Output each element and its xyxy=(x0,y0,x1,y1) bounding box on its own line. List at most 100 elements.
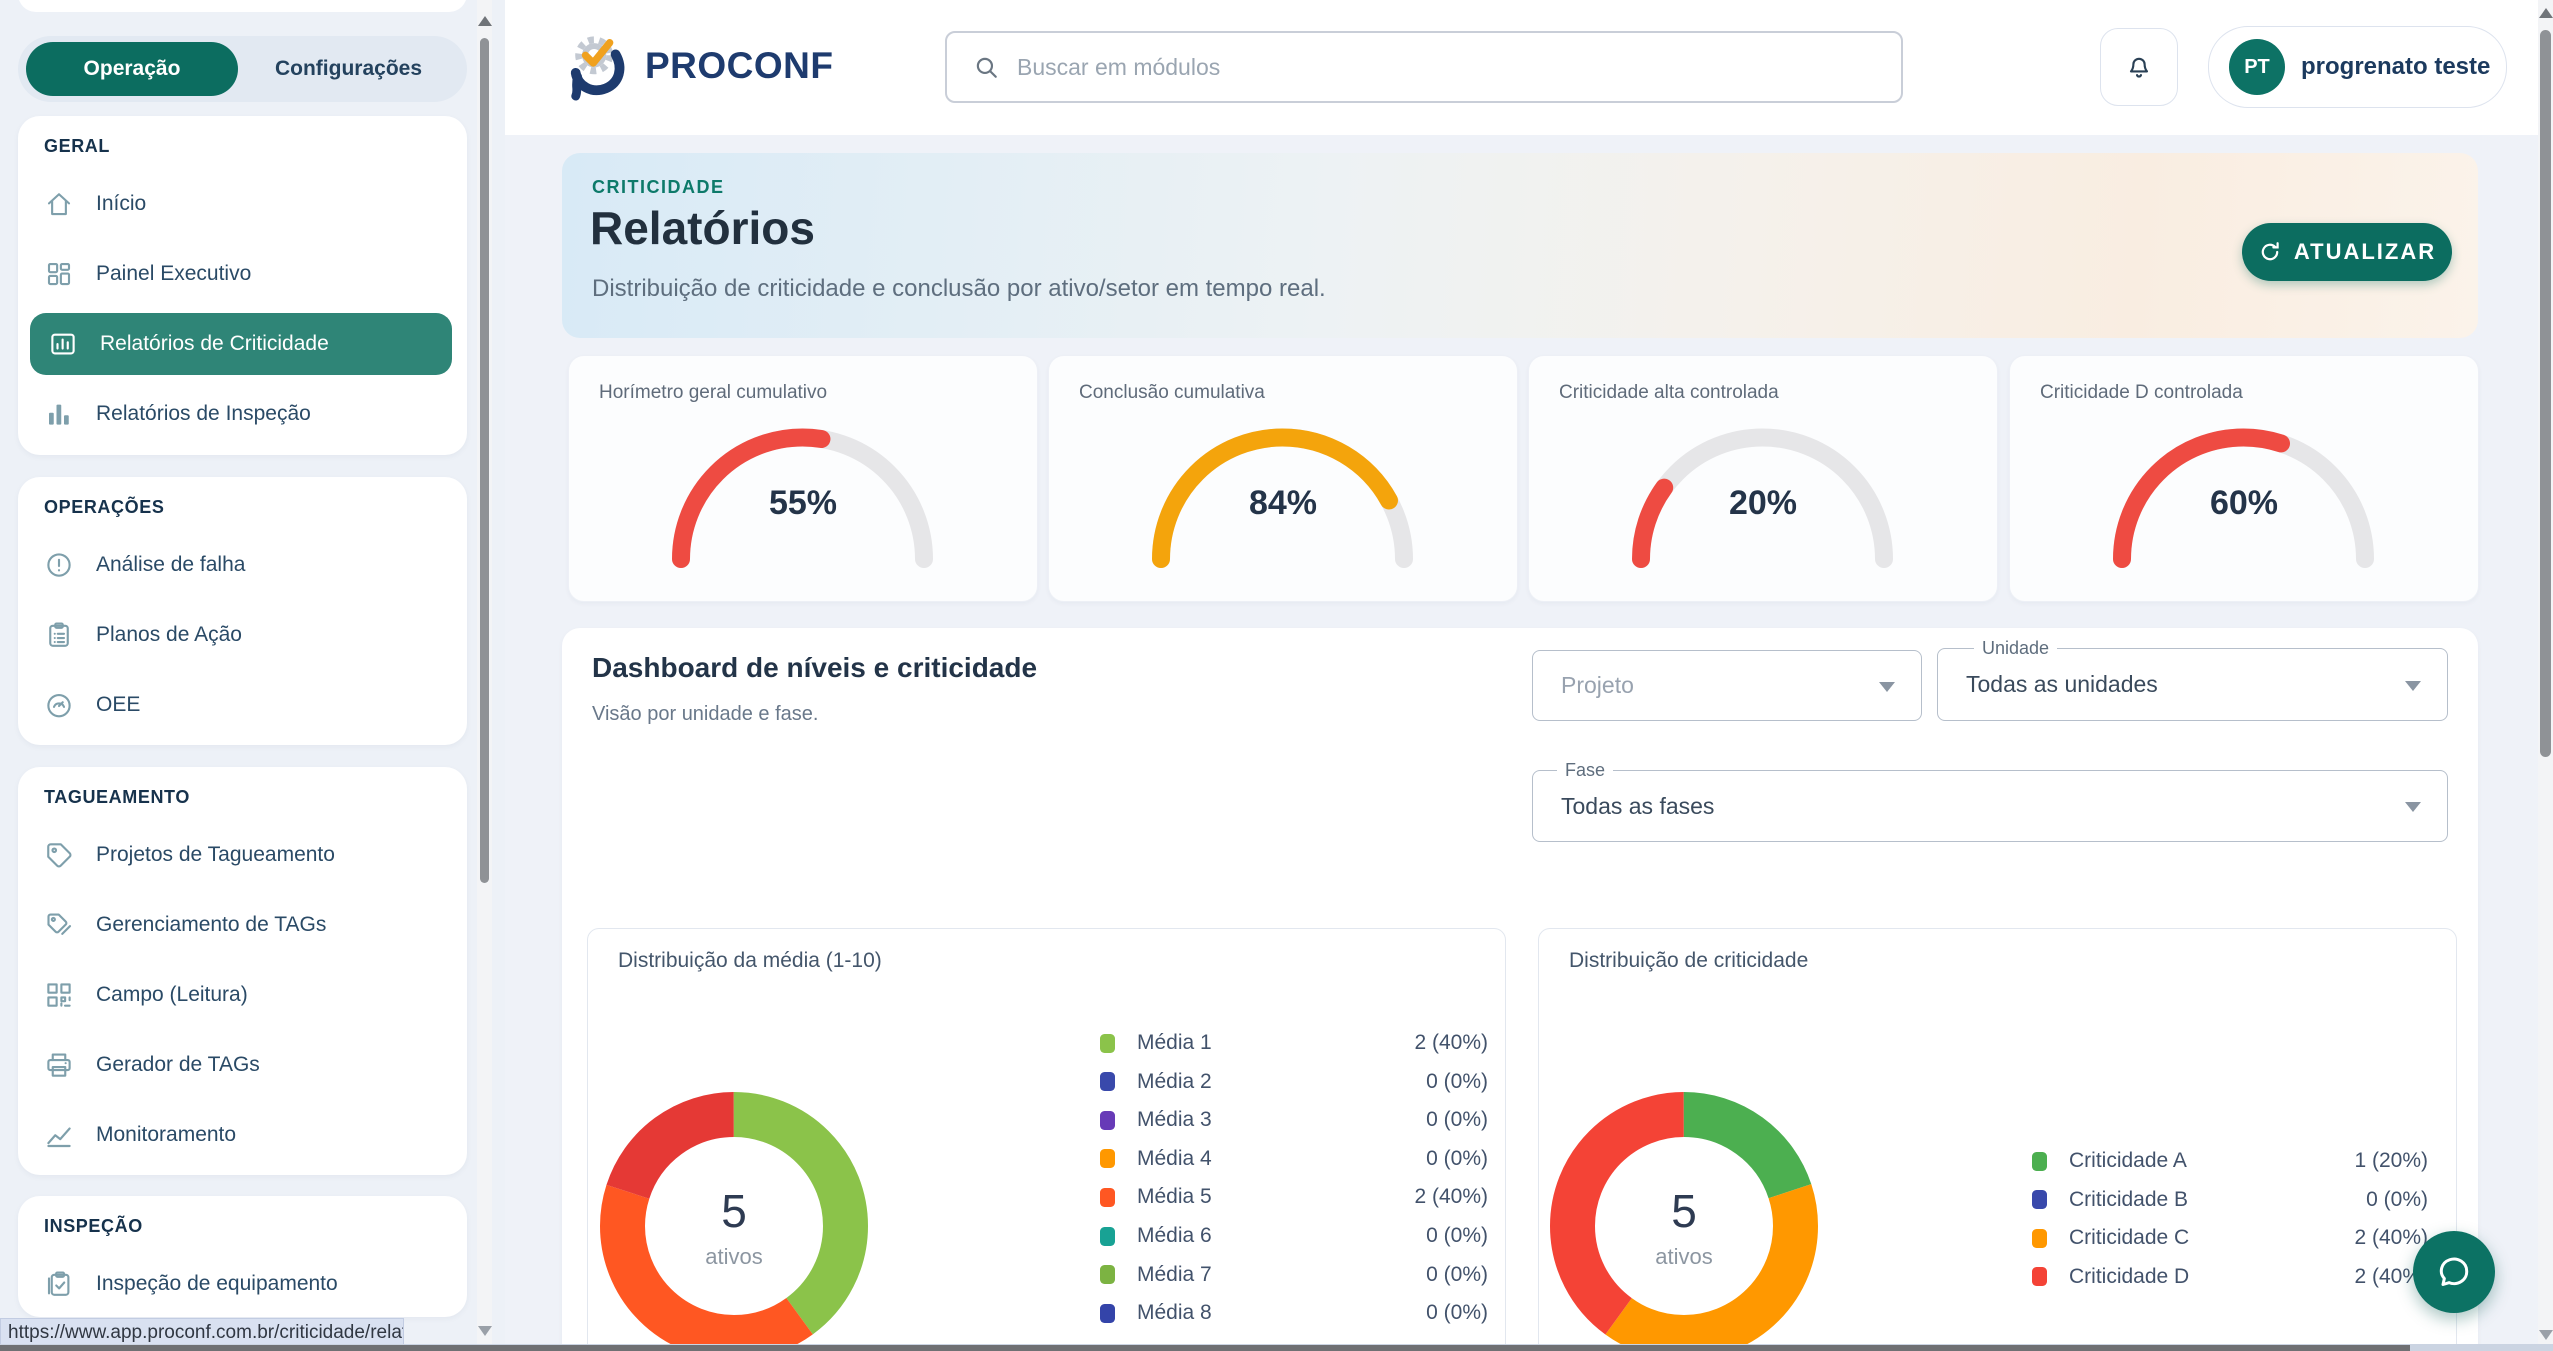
dashboard-section-title: Dashboard de níveis e criticidade xyxy=(592,652,1037,684)
legend-value: 0 (0%) xyxy=(1426,1301,1488,1325)
refresh-icon xyxy=(2258,240,2282,264)
mode-toggle: Operação Configurações xyxy=(18,36,467,102)
legend-item[interactable]: Média 40 (0%) xyxy=(1100,1145,1488,1173)
legend-item[interactable]: Média 12 (40%) xyxy=(1100,1029,1488,1057)
gauge-card: Criticidade D controlada60% xyxy=(2009,355,2479,602)
legend-label: Média 4 xyxy=(1137,1147,1212,1171)
phase-select[interactable]: Fase Todas as fases xyxy=(1532,770,2448,842)
sidebar-item-painel-executivo[interactable]: Painel Executivo xyxy=(18,239,467,309)
user-name: progrenato teste xyxy=(2301,53,2490,81)
sidebar-scrollbar-thumb[interactable] xyxy=(480,38,489,883)
legend-label: Média 6 xyxy=(1137,1224,1212,1248)
sidebar-section-title: TAGUEAMENTO xyxy=(44,787,467,808)
sidebar-item-oee[interactable]: OEE xyxy=(18,670,467,740)
phase-select-value: Todas as fases xyxy=(1561,771,1714,841)
donut-total-caption: ativos xyxy=(634,1244,834,1270)
legend-color-chip xyxy=(2032,1229,2047,1248)
toggle-operacao[interactable]: Operação xyxy=(26,42,238,96)
legend-label: Criticidade D xyxy=(2069,1265,2189,1289)
legend-value: 2 (40%) xyxy=(1414,1185,1488,1209)
legend-item[interactable]: Média 70 (0%) xyxy=(1100,1261,1488,1289)
media-chart-title: Distribuição da média (1-10) xyxy=(618,949,882,973)
search-bar[interactable] xyxy=(945,31,1903,103)
tags-icon xyxy=(44,910,74,940)
sidebar-item-relatorios-de-inspecao[interactable]: Relatórios de Inspeção xyxy=(18,379,467,449)
sidebar-item-label: Início xyxy=(96,192,146,216)
legend-value: 2 (40%) xyxy=(1414,1031,1488,1055)
sidebar-item-analise-de-falha[interactable]: Análise de falha xyxy=(18,530,467,600)
donut-center-label: 5 ativos xyxy=(1584,1184,1784,1270)
sidebar-item-planos-de-acao[interactable]: Planos de Ação xyxy=(18,600,467,670)
sidebar-item-label: Relatórios de Criticidade xyxy=(100,332,329,356)
sidebar-item-campo-leitura-[interactable]: Campo (Leitura) xyxy=(18,960,467,1030)
main-scroll-down-arrow-icon[interactable] xyxy=(2539,1330,2553,1340)
qr-code-icon xyxy=(44,980,74,1010)
sidebar-section-inspeção: INSPEÇÃO Inspeção de equipamento xyxy=(18,1196,467,1317)
sidebar-scroll-up-arrow-icon[interactable] xyxy=(478,16,492,26)
legend-item[interactable]: Média 8 0 (0%) xyxy=(1100,1299,1488,1327)
refresh-button[interactable]: ATUALIZAR xyxy=(2242,223,2452,281)
chat-bubble-icon xyxy=(2434,1252,2474,1292)
sidebar-item-monitoramento[interactable]: Monitoramento xyxy=(18,1100,467,1170)
legend-label: Média 8 xyxy=(1137,1301,1212,1325)
notifications-button[interactable] xyxy=(2100,28,2178,106)
legend-color-chip xyxy=(2032,1152,2047,1171)
legend-color-chip xyxy=(1100,1227,1115,1246)
legend-item[interactable]: Média 6 0 (0%) xyxy=(1100,1222,1488,1250)
donut-center-label: 5 ativos xyxy=(634,1184,834,1270)
search-icon xyxy=(973,54,999,80)
main-scrollbar-thumb[interactable] xyxy=(2540,30,2551,757)
legend-value: 0 (0%) xyxy=(1426,1263,1488,1287)
sidebar-item-inicio[interactable]: Início xyxy=(18,169,467,239)
sidebar-section-title: OPERAÇÕES xyxy=(44,497,467,518)
column-chart-icon xyxy=(44,399,74,429)
gauge-value: 55% xyxy=(569,484,1037,523)
refresh-button-label: ATUALIZAR xyxy=(2294,239,2436,265)
legend-item[interactable]: Média 30 (0%) xyxy=(1100,1106,1488,1134)
gauge-value: 60% xyxy=(2010,484,2478,523)
horizontal-scrollbar-thumb[interactable] xyxy=(0,1345,2410,1351)
toggle-configuracoes[interactable]: Configurações xyxy=(238,42,459,96)
sidebar-item-label: Análise de falha xyxy=(96,553,245,577)
legend-item[interactable]: Criticidade B0 (0%) xyxy=(2032,1186,2428,1214)
sidebar-section-title: INSPEÇÃO xyxy=(44,1216,467,1237)
line-chart-icon xyxy=(44,1120,74,1150)
legend-item[interactable]: Média 20 (0%) xyxy=(1100,1068,1488,1096)
top-header: PROCONF PT progrenato teste xyxy=(505,0,2553,135)
main-scroll-up-arrow-icon[interactable] xyxy=(2539,8,2553,18)
project-select[interactable]: Projeto xyxy=(1532,650,1922,721)
unit-select[interactable]: Unidade Todas as unidades xyxy=(1937,648,2448,721)
legend-item[interactable]: Média 52 (40%) xyxy=(1100,1183,1488,1211)
sidebar-item-gerenciamento-de-tags[interactable]: Gerenciamento de TAGs xyxy=(18,890,467,960)
legend-color-chip xyxy=(1100,1304,1115,1323)
legend-color-chip xyxy=(2032,1190,2047,1209)
sidebar-item-projetos-de-tagueamento[interactable]: Projetos de Tagueamento xyxy=(18,820,467,890)
search-input[interactable] xyxy=(1015,53,1901,82)
gauge-title: Horímetro geral cumulativo xyxy=(599,382,827,404)
bell-icon xyxy=(2124,52,2154,82)
sidebar-scroll-down-arrow-icon[interactable] xyxy=(478,1326,492,1336)
legend-color-chip xyxy=(1100,1072,1115,1091)
gear-check-logo-icon xyxy=(565,31,635,101)
clipboard-check-icon xyxy=(44,1269,74,1299)
status-url-tooltip: https://www.app.proconf.com.br/criticida… xyxy=(0,1318,404,1346)
home-icon xyxy=(44,189,74,219)
sidebar-section-tagueamento: TAGUEAMENTO Projetos de Tagueamento Gerenc… xyxy=(18,767,467,1175)
criticality-chart-title: Distribuição de criticidade xyxy=(1569,949,1808,973)
legend-item[interactable]: Criticidade A1 (20%) xyxy=(2032,1147,2428,1175)
sidebar-item-relatorios-de-criticidade[interactable]: Relatórios de Criticidade xyxy=(30,313,452,375)
proconf-logo: PROCONF xyxy=(565,30,834,102)
legend-item[interactable]: Criticidade D2 (40%) xyxy=(2032,1263,2428,1291)
legend-color-chip xyxy=(1100,1188,1115,1207)
sidebar-item-inspecao-de-equipamento[interactable]: Inspeção de equipamento xyxy=(18,1249,467,1317)
legend-value: 0 (0%) xyxy=(1426,1070,1488,1094)
legend-value: 0 (0%) xyxy=(1426,1108,1488,1132)
chat-button[interactable] xyxy=(2413,1231,2495,1313)
gauge-title: Conclusão cumulativa xyxy=(1079,382,1265,404)
legend-item[interactable]: Criticidade C2 (40%) xyxy=(2032,1224,2428,1252)
sidebar-item-label: Gerenciamento de TAGs xyxy=(96,913,326,937)
printer-icon xyxy=(44,1050,74,1080)
legend-value: 0 (0%) xyxy=(1426,1224,1488,1248)
user-menu[interactable]: PT progrenato teste xyxy=(2208,26,2507,108)
sidebar-item-gerador-de-tags[interactable]: Gerador de TAGs xyxy=(18,1030,467,1100)
